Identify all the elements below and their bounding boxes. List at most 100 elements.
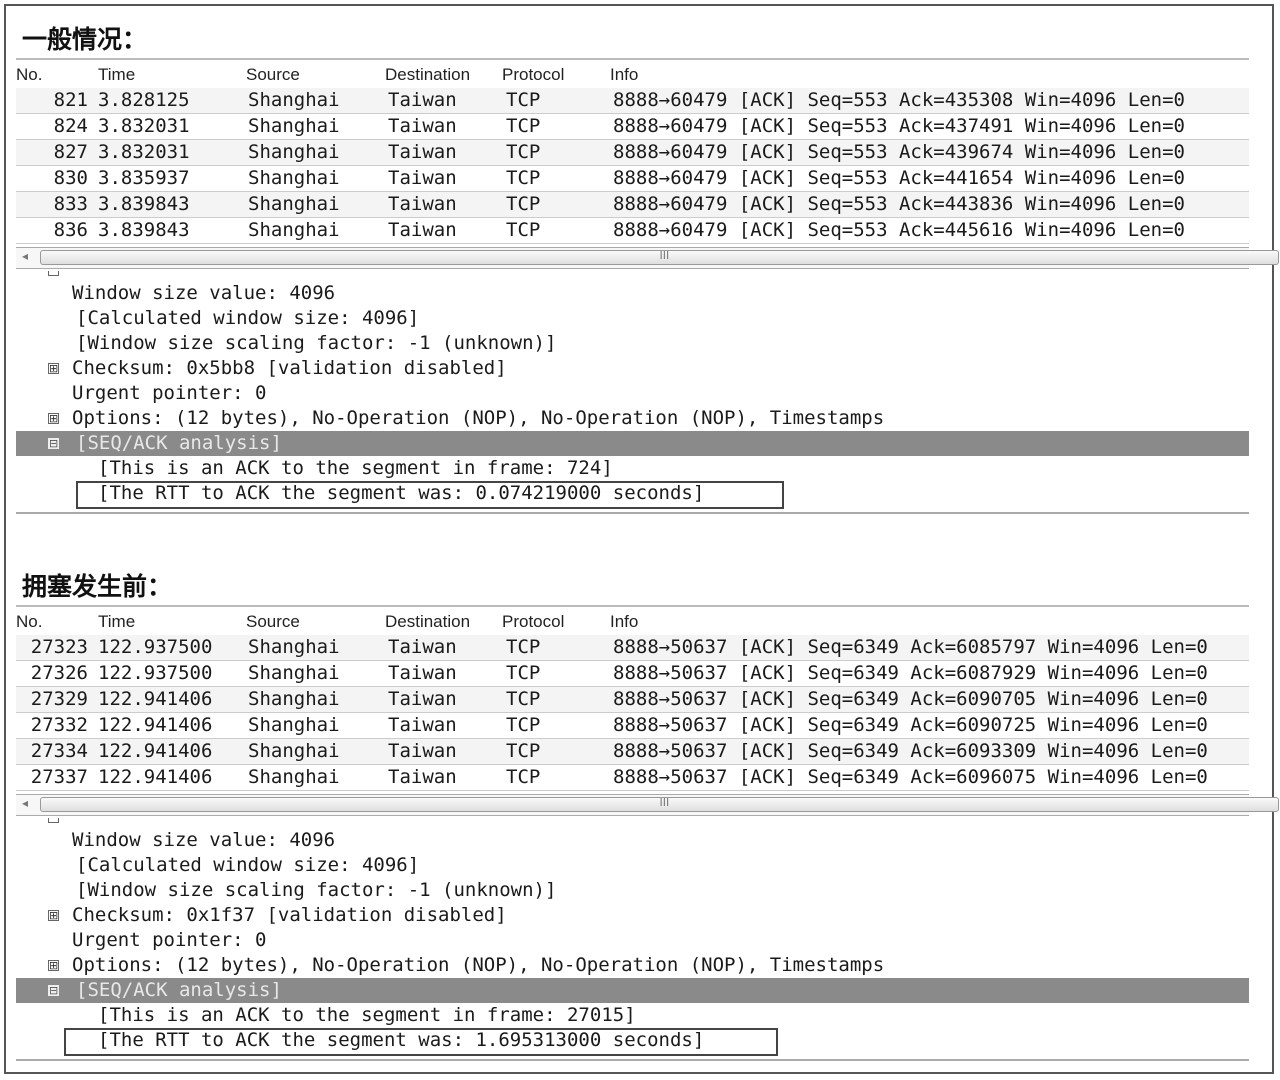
column-header-info[interactable]: Info [610, 65, 638, 85]
detail-line[interactable]: Urgent pointer: 0 [16, 381, 1249, 406]
column-header-protocol[interactable]: Protocol [502, 612, 564, 632]
scrollbar-grip: III [659, 796, 670, 809]
packet-row[interactable]: 833 3.839843 Shanghai Taiwan TCP 8888→60479 [… [16, 192, 1249, 218]
expand-icon[interactable]: ⊞ [48, 363, 59, 374]
expand-icon[interactable]: ⊞ [48, 960, 59, 971]
packet-info: 8888→60479 [ACK] Seq=553 Ack=435308 Win=… [613, 89, 1185, 111]
packet-destination: Taiwan [388, 115, 457, 137]
detail-line[interactable]: ⊞ Options: (12 bytes), No-Operation (NOP)… [16, 953, 1249, 978]
packet-info: 8888→60479 [ACK] Seq=553 Ack=443836 Win=… [613, 193, 1185, 215]
horizontal-scrollbar[interactable]: ◂ III [16, 794, 1279, 816]
packet-row[interactable]: 27332 122.941406 Shanghai Taiwan TCP 8888→506… [16, 713, 1249, 739]
column-header-protocol[interactable]: Protocol [502, 65, 564, 85]
horizontal-scrollbar[interactable]: ◂ III [16, 247, 1279, 269]
packet-protocol: TCP [506, 740, 541, 762]
capture-section-normal: 一般情况： No. Time Source Destination Protoc… [16, 22, 1279, 514]
packet-destination: Taiwan [388, 141, 457, 163]
packet-row[interactable]: 830 3.835937 Shanghai Taiwan TCP 8888→60479 [… [16, 166, 1249, 192]
packet-no: 27326 [30, 662, 88, 684]
expand-icon[interactable]: ⊞ [48, 910, 59, 921]
detail-line[interactable]: [Window size scaling factor: -1 (unknown… [16, 878, 1249, 903]
packet-source: Shanghai [248, 636, 340, 658]
packet-protocol: TCP [506, 89, 541, 111]
packet-destination: Taiwan [388, 766, 457, 788]
packet-no: 824 [53, 115, 88, 137]
packet-protocol: TCP [506, 662, 541, 684]
expand-icon[interactable]: ⊞ [48, 413, 59, 424]
packet-time: 122.941406 [98, 766, 213, 788]
column-header-source[interactable]: Source [246, 65, 300, 85]
packet-row[interactable]: 27334 122.941406 Shanghai Taiwan TCP 8888→506… [16, 739, 1249, 765]
scrollbar-thumb[interactable]: III [40, 796, 1279, 812]
detail-line-flags-cut [16, 271, 1249, 281]
packet-list: 27323 122.937500 Shanghai Taiwan TCP 8888→506… [16, 635, 1249, 791]
column-header-info[interactable]: Info [610, 612, 638, 632]
detail-line[interactable]: ⊞ Checksum: 0x5bb8 [validation disabled] [16, 356, 1249, 381]
packet-time: 122.941406 [98, 740, 213, 762]
detail-line[interactable]: Urgent pointer: 0 [16, 928, 1249, 953]
packet-row[interactable]: 27329 122.941406 Shanghai Taiwan TCP 8888→506… [16, 687, 1249, 713]
packet-time: 3.828125 [98, 89, 190, 111]
column-header-no[interactable]: No. [16, 612, 42, 632]
detail-line[interactable]: [Calculated window size: 4096] [16, 853, 1249, 878]
detail-line[interactable]: [Window size scaling factor: -1 (unknown… [16, 331, 1249, 356]
detail-scaling-factor: [Window size scaling factor: -1 (unknown… [76, 332, 557, 354]
detail-line[interactable]: ⊞ Options: (12 bytes), No-Operation (NOP)… [16, 406, 1249, 431]
packet-source: Shanghai [248, 167, 340, 189]
packet-row[interactable]: 821 3.828125 Shanghai Taiwan TCP 8888→60479 [… [16, 88, 1249, 114]
packet-destination: Taiwan [388, 219, 457, 241]
detail-calc-window: [Calculated window size: 4096] [76, 307, 420, 329]
detail-line[interactable]: [The RTT to ACK the segment was: 0.07421… [16, 481, 1249, 509]
column-header-time[interactable]: Time [98, 65, 135, 85]
detail-line-selected[interactable]: ⊟ [SEQ/ACK analysis] [16, 431, 1249, 456]
packet-no: 836 [53, 219, 88, 241]
collapse-icon[interactable]: ⊟ [48, 438, 59, 449]
packet-row[interactable]: 824 3.832031 Shanghai Taiwan TCP 8888→60479 [… [16, 114, 1249, 140]
packet-row[interactable]: 27326 122.937500 Shanghai Taiwan TCP 8888→506… [16, 661, 1249, 687]
column-header-source[interactable]: Source [246, 612, 300, 632]
detail-checksum: Checksum: 0x5bb8 [validation disabled] [72, 357, 507, 379]
detail-options: Options: (12 bytes), No-Operation (NOP),… [72, 954, 885, 976]
scroll-left-icon[interactable]: ◂ [22, 796, 28, 810]
detail-line[interactable]: [The RTT to ACK the segment was: 1.69531… [16, 1028, 1249, 1056]
packet-row[interactable]: 836 3.839843 Shanghai Taiwan TCP 8888→60479 [… [16, 218, 1249, 244]
packet-info: 8888→60479 [ACK] Seq=553 Ack=445616 Win=… [613, 219, 1185, 241]
packet-info: 8888→50637 [ACK] Seq=6349 Ack=6090705 Wi… [613, 688, 1208, 710]
expand-icon [48, 818, 59, 823]
detail-line[interactable]: [This is an ACK to the segment in frame:… [16, 1003, 1249, 1028]
packet-list-header: No. Time Source Destination Protocol Inf… [16, 605, 1249, 635]
packet-no: 833 [53, 193, 88, 215]
packet-destination: Taiwan [388, 193, 457, 215]
packet-row[interactable]: 27337 122.941406 Shanghai Taiwan TCP 8888→506… [16, 765, 1249, 791]
packet-row[interactable]: 827 3.832031 Shanghai Taiwan TCP 8888→60479 [… [16, 140, 1249, 166]
detail-line[interactable]: [This is an ACK to the segment in frame:… [16, 456, 1249, 481]
packet-time: 3.835937 [98, 167, 190, 189]
packet-no: 830 [53, 167, 88, 189]
packet-time: 122.941406 [98, 714, 213, 736]
column-header-no[interactable]: No. [16, 65, 42, 85]
packet-row[interactable]: 27323 122.937500 Shanghai Taiwan TCP 8888→506… [16, 635, 1249, 661]
packet-protocol: TCP [506, 115, 541, 137]
packet-list-header: No. Time Source Destination Protocol Inf… [16, 58, 1249, 88]
packet-protocol: TCP [506, 167, 541, 189]
detail-line[interactable]: ⊞ Checksum: 0x1f37 [validation disabled] [16, 903, 1249, 928]
column-header-destination[interactable]: Destination [385, 612, 470, 632]
detail-line[interactable]: Window size value: 4096 [16, 828, 1249, 853]
detail-line[interactable]: [Calculated window size: 4096] [16, 306, 1249, 331]
detail-line-selected[interactable]: ⊟ [SEQ/ACK analysis] [16, 978, 1249, 1003]
packet-protocol: TCP [506, 193, 541, 215]
scrollbar-thumb[interactable]: III [40, 249, 1279, 265]
collapse-icon[interactable]: ⊟ [48, 985, 59, 996]
packet-source: Shanghai [248, 688, 340, 710]
packet-time: 122.937500 [98, 662, 213, 684]
detail-ack-frame: [This is an ACK to the segment in frame:… [98, 457, 613, 479]
detail-line[interactable]: Window size value: 4096 [16, 281, 1249, 306]
packet-source: Shanghai [248, 662, 340, 684]
packet-details-pane: Window size value: 4096 [Calculated wind… [16, 818, 1249, 1056]
packet-time: 3.832031 [98, 115, 190, 137]
column-header-time[interactable]: Time [98, 612, 135, 632]
column-header-destination[interactable]: Destination [385, 65, 470, 85]
packet-source: Shanghai [248, 766, 340, 788]
scroll-left-icon[interactable]: ◂ [22, 249, 28, 263]
section-title: 拥塞发生前： [22, 572, 173, 601]
